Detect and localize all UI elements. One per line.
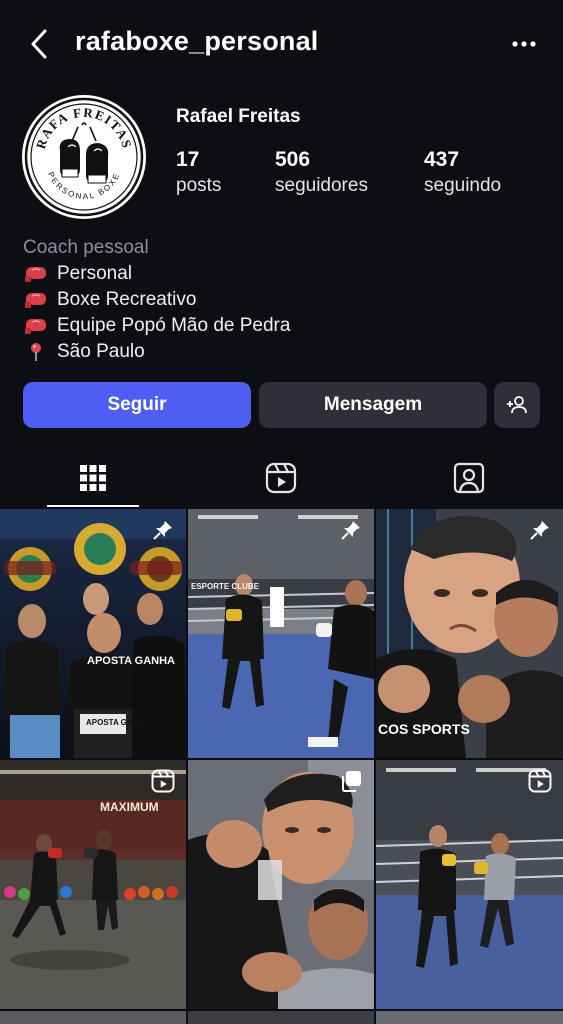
bio-line: São Paulo: [23, 339, 543, 365]
post-image: [0, 1011, 186, 1024]
post-thumbnail[interactable]: [376, 1011, 563, 1024]
follow-button[interactable]: Seguir: [23, 382, 251, 428]
profile-header: rafaboxe_personal: [0, 0, 563, 92]
profile-username: rafaboxe_personal: [75, 26, 319, 56]
post-thumbnail[interactable]: COS SPORTS: [376, 509, 563, 758]
post-caption: APOSTA GANHA: [86, 718, 150, 727]
posts-grid: APOSTA GANHA APOSTA GANHA ESPORTE CLUBE …: [0, 509, 563, 1024]
carousel-icon: [338, 768, 364, 794]
bio-line: Equipe Popó Mão de Pedra: [23, 313, 543, 339]
post-thumbnail[interactable]: [188, 1011, 374, 1024]
post-caption: APOSTA GANHA: [87, 655, 175, 667]
bio-category: Coach pessoal: [23, 237, 149, 258]
message-button[interactable]: Mensagem: [259, 382, 487, 428]
active-tab-indicator: [47, 505, 139, 507]
post-image: [376, 1011, 563, 1024]
profile-display-name: Rafael Freitas: [176, 106, 301, 127]
more-horizontal-icon[interactable]: [507, 30, 541, 58]
reels-icon[interactable]: [261, 458, 301, 498]
post-thumbnail[interactable]: APOSTA GANHA APOSTA GANHA: [0, 509, 186, 758]
location-pin-icon: [23, 342, 49, 362]
stat-posts-value: 17: [176, 148, 200, 171]
chevron-left-icon[interactable]: [22, 26, 56, 62]
stat-following[interactable]: 437 seguindo: [424, 148, 501, 200]
post-thumbnail[interactable]: ESPORTE CLUBE: [188, 509, 374, 758]
profile-tabs: [0, 450, 563, 508]
stat-followers[interactable]: 506 seguidores: [275, 148, 368, 200]
stat-posts-label: posts: [176, 175, 222, 196]
bio-line-text: Personal: [57, 263, 132, 284]
post-image: [188, 1011, 374, 1024]
post-thumbnail[interactable]: [0, 1011, 186, 1024]
reels-icon: [150, 768, 176, 794]
bio-line-text: São Paulo: [57, 341, 145, 362]
profile-bio: Coach pessoal Personal Boxe Recreativo E…: [23, 235, 543, 365]
post-image: [376, 760, 563, 1009]
boxing-gloves-logo: RAFA FREITAS PERSONAL BOXE: [24, 97, 144, 217]
pin-icon: [338, 517, 364, 543]
add-person-icon[interactable]: [494, 382, 540, 428]
post-caption: COS SPORTS: [378, 721, 470, 737]
boxing-glove-icon: [23, 316, 49, 336]
grid-icon[interactable]: [73, 458, 113, 498]
bio-line: Personal: [23, 261, 543, 287]
post-caption: ESPORTE CLUBE: [191, 582, 260, 591]
stat-following-value: 437: [424, 148, 460, 171]
post-caption: MAXIMUM: [100, 800, 159, 814]
post-image: [0, 760, 186, 1009]
stat-followers-value: 506: [275, 148, 311, 171]
bio-line: Boxe Recreativo: [23, 287, 543, 313]
avatar[interactable]: RAFA FREITAS PERSONAL BOXE: [22, 95, 146, 219]
pin-icon: [527, 517, 553, 543]
post-image: [188, 509, 374, 758]
bio-line-text: Equipe Popó Mão de Pedra: [57, 315, 291, 336]
stat-followers-label: seguidores: [275, 175, 368, 196]
post-thumbnail[interactable]: [376, 760, 563, 1009]
bio-line-text: Boxe Recreativo: [57, 289, 197, 310]
tagged-person-icon[interactable]: [449, 458, 489, 498]
post-thumbnail[interactable]: MAXIMUM: [0, 760, 186, 1009]
post-thumbnail[interactable]: [188, 760, 374, 1009]
reels-icon: [527, 768, 553, 794]
pin-icon: [150, 517, 176, 543]
boxing-glove-icon: [23, 264, 49, 284]
post-image: [188, 760, 374, 1009]
stat-following-label: seguindo: [424, 175, 502, 196]
boxing-glove-icon: [23, 290, 49, 310]
stat-posts[interactable]: 17 posts: [176, 148, 221, 200]
